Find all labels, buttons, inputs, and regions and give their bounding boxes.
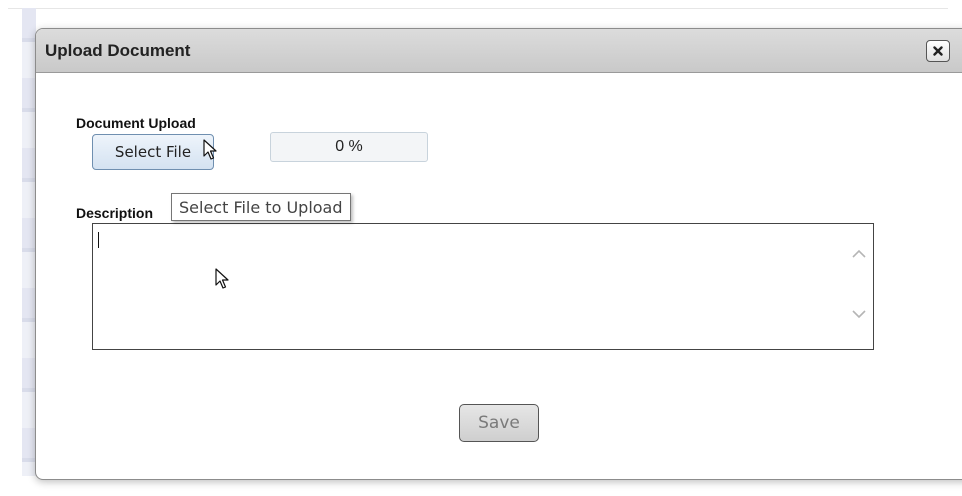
document-upload-label: Document Upload bbox=[76, 115, 196, 131]
select-file-tooltip: Select File to Upload bbox=[171, 193, 351, 221]
dialog-titlebar[interactable]: Upload Document bbox=[36, 29, 962, 73]
description-textarea[interactable] bbox=[92, 223, 874, 350]
select-file-button[interactable]: Select File bbox=[92, 134, 214, 170]
page-divider bbox=[8, 8, 948, 9]
close-button[interactable] bbox=[926, 40, 950, 62]
description-scrollbar[interactable] bbox=[845, 224, 873, 349]
text-caret bbox=[98, 232, 99, 248]
mouse-pointer-icon bbox=[215, 268, 229, 289]
chevron-down-icon[interactable] bbox=[851, 306, 867, 322]
dialog-title: Upload Document bbox=[45, 41, 191, 60]
close-icon bbox=[933, 46, 943, 56]
mouse-pointer-icon bbox=[203, 139, 217, 160]
upload-progress: 0 % bbox=[270, 132, 428, 162]
chevron-up-icon[interactable] bbox=[851, 246, 867, 262]
background-strip bbox=[22, 8, 36, 476]
screen: Upload Document Document Upload Select F… bbox=[0, 0, 962, 496]
save-button[interactable]: Save bbox=[459, 404, 539, 442]
upload-document-dialog: Upload Document Document Upload Select F… bbox=[35, 28, 962, 480]
upload-progress-text: 0 % bbox=[335, 138, 363, 155]
description-label: Description bbox=[76, 205, 154, 221]
